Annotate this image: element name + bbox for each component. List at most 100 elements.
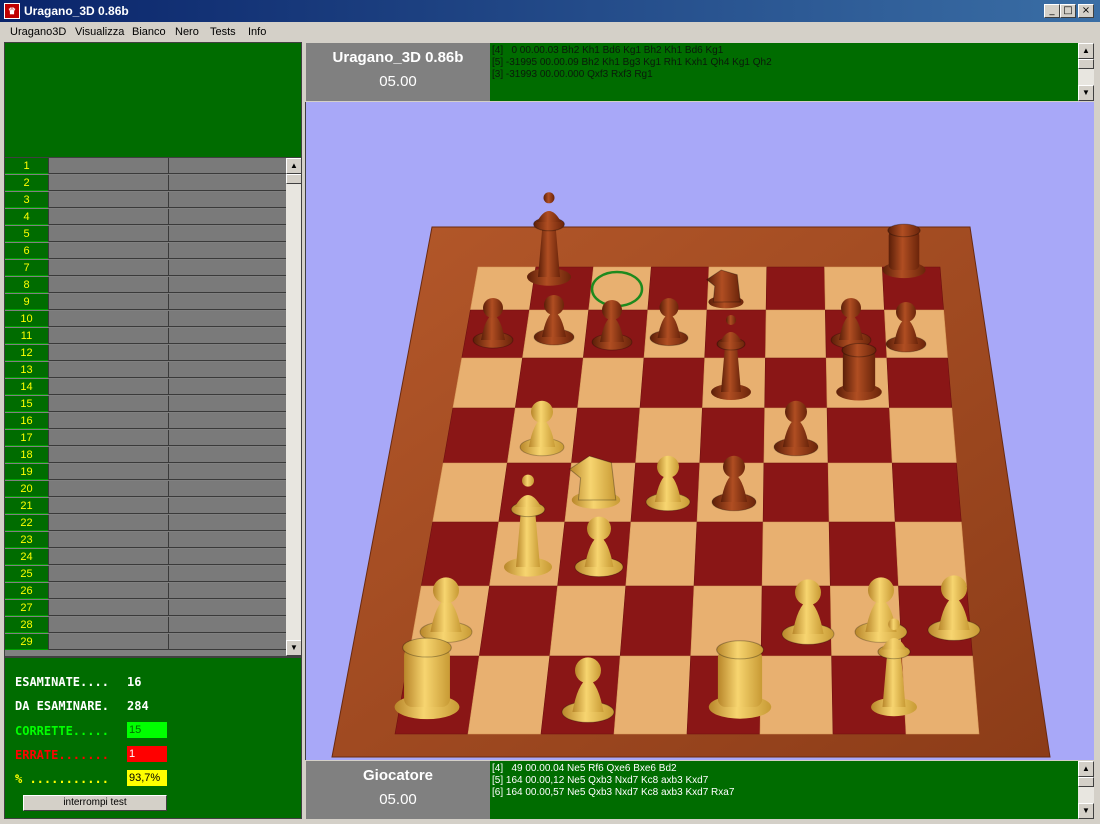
white-move-cell[interactable]	[48, 549, 168, 565]
black-move-cell[interactable]	[168, 498, 287, 514]
white-move-cell[interactable]	[48, 175, 168, 191]
table-row[interactable]: 19	[5, 464, 287, 481]
table-row[interactable]: 23	[5, 532, 287, 549]
white-move-cell[interactable]	[48, 362, 168, 378]
table-row[interactable]: 7	[5, 260, 287, 277]
black-move-cell[interactable]	[168, 192, 287, 208]
scroll-down-icon[interactable]: ▼	[1078, 803, 1094, 819]
moves-table[interactable]: 1 2 3 4 5 6 7 8 9 10 11 12 13 14 15 16 17 18 19 20 21 22 23 24 2…	[4, 157, 302, 657]
black-move-cell[interactable]	[168, 634, 287, 650]
white-move-cell[interactable]	[48, 600, 168, 616]
maximize-button[interactable]: □	[1060, 4, 1076, 18]
white-move-cell[interactable]	[48, 413, 168, 429]
black-move-cell[interactable]	[168, 328, 287, 344]
scroll-up-icon[interactable]: ▲	[1078, 761, 1094, 777]
menu-uragano3d[interactable]: Uragano3D	[10, 25, 66, 39]
menu-visualizza[interactable]: Visualizza	[75, 25, 124, 39]
close-button[interactable]: ×	[1078, 4, 1094, 18]
table-row[interactable]: 21	[5, 498, 287, 515]
table-row[interactable]: 1	[5, 158, 287, 175]
white-move-cell[interactable]	[48, 481, 168, 497]
table-row[interactable]: 22	[5, 515, 287, 532]
white-move-cell[interactable]	[48, 464, 168, 480]
black-move-cell[interactable]	[168, 549, 287, 565]
table-row[interactable]: 18	[5, 447, 287, 464]
chessboard[interactable]	[306, 102, 1095, 760]
table-row[interactable]: 13	[5, 362, 287, 379]
black-move-cell[interactable]	[168, 481, 287, 497]
white-move-cell[interactable]	[48, 260, 168, 276]
white-move-cell[interactable]	[48, 566, 168, 582]
table-row[interactable]: 28	[5, 617, 287, 634]
black-move-cell[interactable]	[168, 464, 287, 480]
table-row[interactable]: 9	[5, 294, 287, 311]
black-move-cell[interactable]	[168, 600, 287, 616]
engine-scrollbar[interactable]: ▲ ▼	[1078, 43, 1094, 101]
white-move-cell[interactable]	[48, 430, 168, 446]
table-row[interactable]: 4	[5, 209, 287, 226]
white-move-cell[interactable]	[48, 396, 168, 412]
table-row[interactable]: 8	[5, 277, 287, 294]
white-move-cell[interactable]	[48, 617, 168, 633]
white-move-cell[interactable]	[48, 532, 168, 548]
table-row[interactable]: 10	[5, 311, 287, 328]
table-row[interactable]: 14	[5, 379, 287, 396]
table-row[interactable]: 29	[5, 634, 287, 651]
menu-tests[interactable]: Tests	[210, 25, 236, 39]
black-move-cell[interactable]	[168, 430, 287, 446]
black-move-cell[interactable]	[168, 379, 287, 395]
white-move-cell[interactable]	[48, 379, 168, 395]
white-move-cell[interactable]	[48, 515, 168, 531]
table-row[interactable]: 2	[5, 175, 287, 192]
white-move-cell[interactable]	[48, 583, 168, 599]
black-move-cell[interactable]	[168, 566, 287, 582]
table-row[interactable]: 5	[5, 226, 287, 243]
white-move-cell[interactable]	[48, 226, 168, 242]
minimize-button[interactable]: _	[1044, 4, 1060, 18]
black-move-cell[interactable]	[168, 532, 287, 548]
table-row[interactable]: 17	[5, 430, 287, 447]
table-row[interactable]: 26	[5, 583, 287, 600]
black-move-cell[interactable]	[168, 515, 287, 531]
table-row[interactable]: 12	[5, 345, 287, 362]
scroll-thumb[interactable]	[1078, 777, 1094, 787]
table-row[interactable]: 16	[5, 413, 287, 430]
app-icon[interactable]: ♛	[4, 3, 20, 19]
table-row[interactable]: 11	[5, 328, 287, 345]
menu-bianco[interactable]: Bianco	[132, 25, 166, 39]
table-row[interactable]: 6	[5, 243, 287, 260]
black-move-cell[interactable]	[168, 345, 287, 361]
white-move-cell[interactable]	[48, 158, 168, 174]
black-move-cell[interactable]	[168, 209, 287, 225]
table-row[interactable]: 25	[5, 566, 287, 583]
scroll-thumb[interactable]	[286, 174, 301, 184]
white-move-cell[interactable]	[48, 328, 168, 344]
white-move-cell[interactable]	[48, 447, 168, 463]
table-row[interactable]: 20	[5, 481, 287, 498]
stop-test-button[interactable]: interrompi test	[23, 795, 167, 811]
title-bar[interactable]: ♛ Uragano_3D 0.86b _ □ ×	[0, 0, 1100, 22]
scroll-up-icon[interactable]: ▲	[1078, 43, 1094, 59]
black-move-cell[interactable]	[168, 311, 287, 327]
scroll-up-icon[interactable]: ▲	[286, 158, 301, 174]
black-move-cell[interactable]	[168, 175, 287, 191]
black-move-cell[interactable]	[168, 260, 287, 276]
table-row[interactable]: 24	[5, 549, 287, 566]
player-scrollbar[interactable]: ▲ ▼	[1078, 761, 1094, 819]
table-row[interactable]: 3	[5, 192, 287, 209]
table-row[interactable]: 15	[5, 396, 287, 413]
black-move-cell[interactable]	[168, 158, 287, 174]
white-move-cell[interactable]	[48, 634, 168, 650]
menu-info[interactable]: Info	[248, 25, 266, 39]
black-move-cell[interactable]	[168, 362, 287, 378]
scroll-thumb[interactable]	[1078, 59, 1094, 69]
scroll-down-icon[interactable]: ▼	[286, 640, 301, 656]
white-move-cell[interactable]	[48, 277, 168, 293]
black-move-cell[interactable]	[168, 396, 287, 412]
scroll-down-icon[interactable]: ▼	[1078, 85, 1094, 101]
black-move-cell[interactable]	[168, 617, 287, 633]
black-move-cell[interactable]	[168, 583, 287, 599]
menu-nero[interactable]: Nero	[175, 25, 199, 39]
white-move-cell[interactable]	[48, 498, 168, 514]
black-move-cell[interactable]	[168, 226, 287, 242]
